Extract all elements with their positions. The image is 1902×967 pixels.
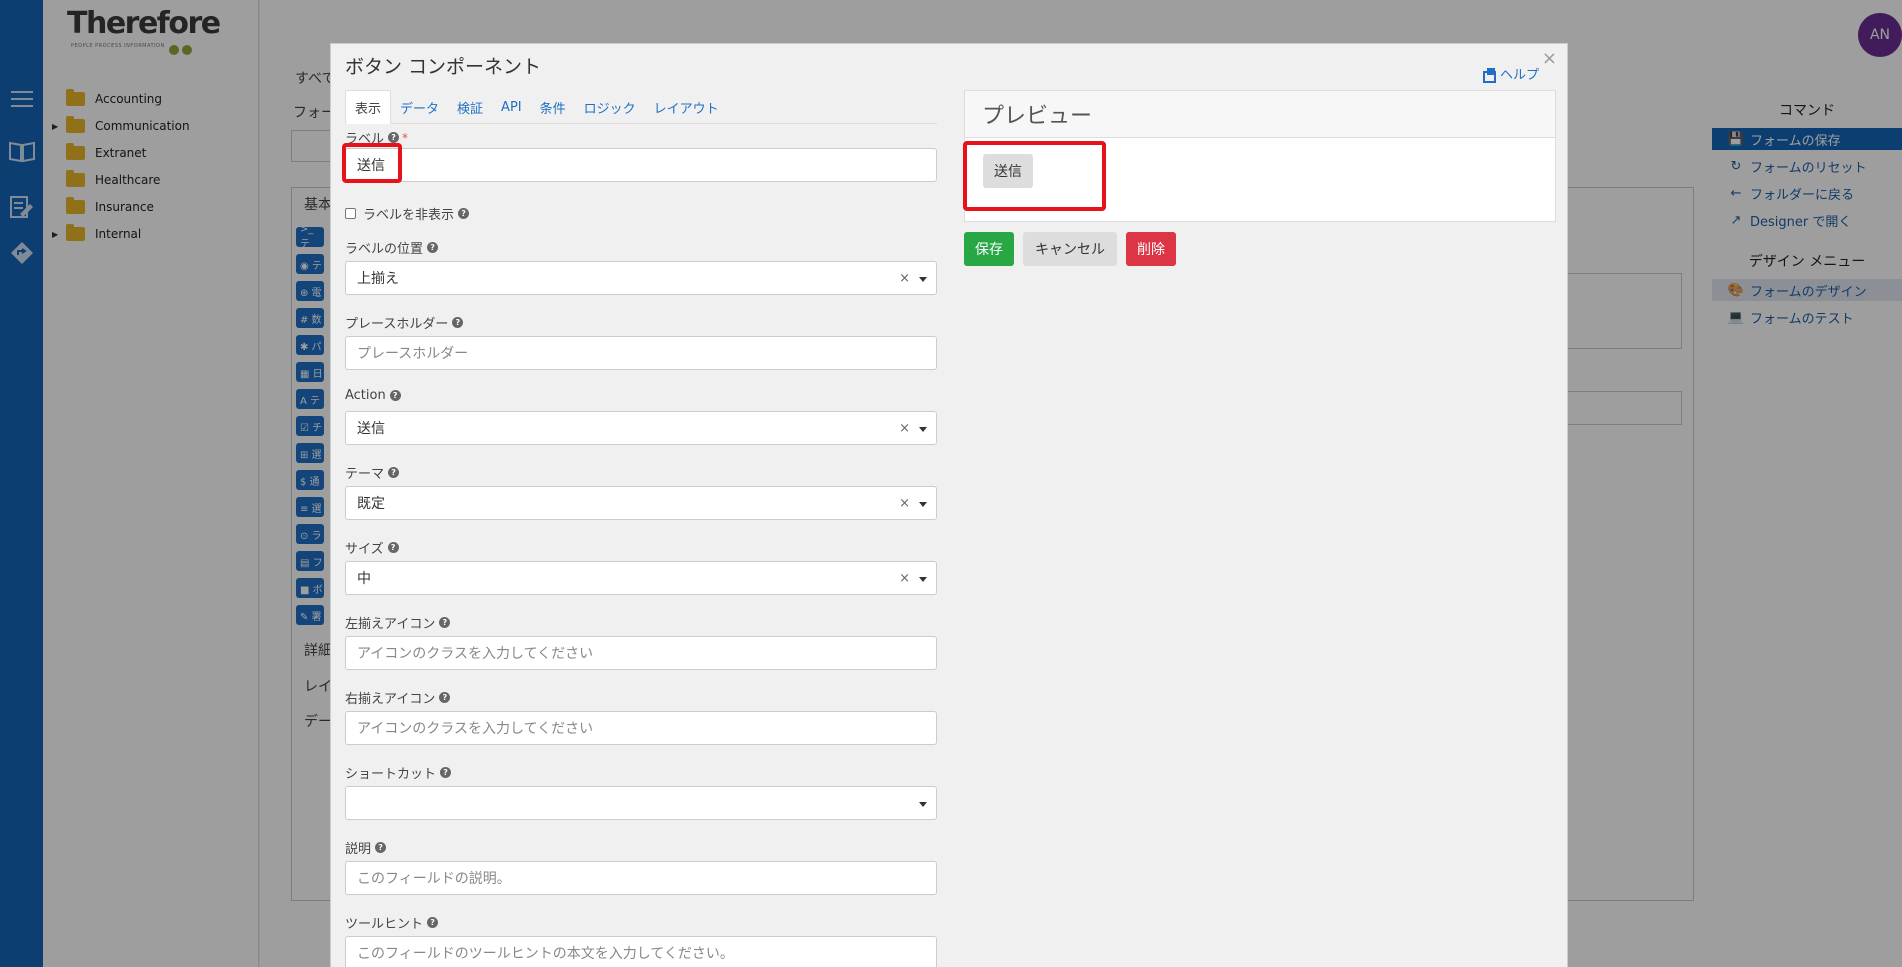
input-placeholder: プレースホルダー bbox=[357, 346, 469, 362]
field-label-text: テーマ bbox=[345, 467, 385, 482]
clear-icon[interactable]: × bbox=[899, 571, 910, 586]
select-value: 中 bbox=[357, 571, 371, 587]
field-label-text: 右揃えアイコン bbox=[345, 692, 436, 707]
input-placeholder: アイコンのクラスを入力してください bbox=[357, 646, 594, 662]
preview-panel: プレビュー 送信 bbox=[963, 90, 1556, 222]
help-icon[interactable]: ? bbox=[387, 542, 399, 553]
right-icon-label: 右揃えアイコン? bbox=[345, 688, 451, 707]
tab-validation[interactable]: 検証 bbox=[448, 90, 492, 124]
help-label: ヘルプ bbox=[1499, 68, 1539, 83]
chevron-down-icon[interactable] bbox=[919, 277, 927, 282]
select-value: 既定 bbox=[357, 496, 385, 512]
tab-data[interactable]: データ bbox=[391, 90, 448, 124]
help-icon[interactable]: ? bbox=[388, 132, 400, 143]
description-label: 説明? bbox=[345, 838, 387, 857]
help-icon[interactable]: ? bbox=[389, 390, 401, 401]
button-component-dialog: ボタン コンポーネント × ヘルプ 表示 データ 検証 API 条件 ロジック … bbox=[330, 43, 1568, 967]
help-icon[interactable]: ? bbox=[439, 617, 451, 628]
dialog-tabs: 表示 データ 検証 API 条件 ロジック レイアウト bbox=[345, 90, 937, 124]
left-icon-label: 左揃えアイコン? bbox=[345, 613, 451, 632]
tab-conditional[interactable]: 条件 bbox=[531, 90, 575, 124]
input-placeholder: このフィールドの説明。 bbox=[357, 871, 511, 887]
field-label-text: ツールヒント bbox=[345, 917, 424, 932]
chevron-down-icon[interactable] bbox=[919, 427, 927, 432]
hide-label-checkbox[interactable]: ラベルを非表示? bbox=[345, 204, 470, 223]
placeholder-input[interactable]: プレースホルダー bbox=[345, 336, 937, 370]
input-placeholder: このフィールドのツールヒントの本文を入力してください。 bbox=[357, 946, 734, 962]
highlight-box-preview bbox=[963, 141, 1106, 211]
help-icon[interactable]: ? bbox=[427, 917, 439, 928]
tab-display[interactable]: 表示 bbox=[345, 90, 392, 124]
tab-api[interactable]: API bbox=[492, 90, 531, 124]
required-marker: * bbox=[402, 130, 409, 145]
help-icon[interactable]: ? bbox=[439, 692, 451, 703]
theme-label: テーマ? bbox=[345, 463, 400, 482]
preview-title: プレビュー bbox=[965, 91, 1555, 138]
popup-icon bbox=[1482, 67, 1497, 83]
cancel-button[interactable]: キャンセル bbox=[1023, 232, 1117, 266]
dialog-title: ボタン コンポーネント bbox=[345, 56, 542, 78]
clear-icon[interactable]: × bbox=[899, 421, 910, 436]
field-label-text: ラベルの位置 bbox=[345, 242, 424, 257]
description-input[interactable]: このフィールドの説明。 bbox=[345, 861, 937, 895]
size-select[interactable]: 中 × bbox=[345, 561, 937, 595]
action-label: Action? bbox=[345, 388, 401, 403]
save-button[interactable]: 保存 bbox=[964, 232, 1014, 266]
help-icon[interactable]: ? bbox=[388, 467, 400, 478]
select-value: 上揃え bbox=[357, 271, 399, 287]
help-icon[interactable]: ? bbox=[452, 317, 464, 328]
delete-button[interactable]: 削除 bbox=[1126, 232, 1176, 266]
checkbox-label: ラベルを非表示 bbox=[363, 208, 455, 223]
action-select[interactable]: 送信 × bbox=[345, 411, 937, 445]
right-icon-input[interactable]: アイコンのクラスを入力してください bbox=[345, 711, 937, 745]
label-position-label: ラベルの位置? bbox=[345, 238, 439, 257]
field-label-text: 説明 bbox=[345, 842, 372, 857]
tab-logic[interactable]: ロジック bbox=[575, 90, 645, 124]
tooltip-input[interactable]: このフィールドのツールヒントの本文を入力してください。 bbox=[345, 936, 937, 967]
field-label-text: ショートカット bbox=[345, 767, 437, 782]
label-position-select[interactable]: 上揃え × bbox=[345, 261, 937, 295]
size-label: サイズ? bbox=[345, 538, 399, 557]
clear-icon[interactable]: × bbox=[899, 496, 910, 511]
field-label-text: 左揃えアイコン bbox=[345, 617, 436, 632]
checkbox-box[interactable] bbox=[345, 208, 356, 219]
chevron-down-icon[interactable] bbox=[919, 502, 927, 507]
help-link[interactable]: ヘルプ bbox=[1482, 64, 1539, 83]
help-icon[interactable]: ? bbox=[458, 208, 470, 219]
help-icon[interactable]: ? bbox=[440, 767, 452, 778]
field-label-text: プレースホルダー bbox=[345, 317, 449, 332]
chevron-down-icon[interactable] bbox=[919, 577, 927, 582]
input-placeholder: アイコンのクラスを入力してください bbox=[357, 721, 594, 737]
chevron-down-icon[interactable] bbox=[919, 802, 927, 807]
highlight-box-label bbox=[342, 143, 402, 183]
shortcut-label: ショートカット? bbox=[345, 763, 452, 782]
left-icon-input[interactable]: アイコンのクラスを入力してください bbox=[345, 636, 937, 670]
tab-layout[interactable]: レイアウト bbox=[645, 90, 728, 124]
field-label-text: サイズ bbox=[345, 542, 384, 557]
label-input[interactable]: 送信 bbox=[345, 148, 937, 182]
help-icon[interactable]: ? bbox=[375, 842, 387, 853]
placeholder-label: プレースホルダー? bbox=[345, 313, 464, 332]
dialog-actions: 保存 キャンセル 削除 bbox=[964, 232, 1185, 266]
field-label-text: Action bbox=[345, 388, 386, 403]
shortcut-select[interactable] bbox=[345, 786, 937, 820]
help-icon[interactable]: ? bbox=[427, 242, 439, 253]
close-icon[interactable]: × bbox=[1542, 48, 1557, 69]
theme-select[interactable]: 既定 × bbox=[345, 486, 937, 520]
tooltip-label: ツールヒント? bbox=[345, 913, 439, 932]
clear-icon[interactable]: × bbox=[899, 271, 910, 286]
select-value: 送信 bbox=[357, 421, 385, 437]
